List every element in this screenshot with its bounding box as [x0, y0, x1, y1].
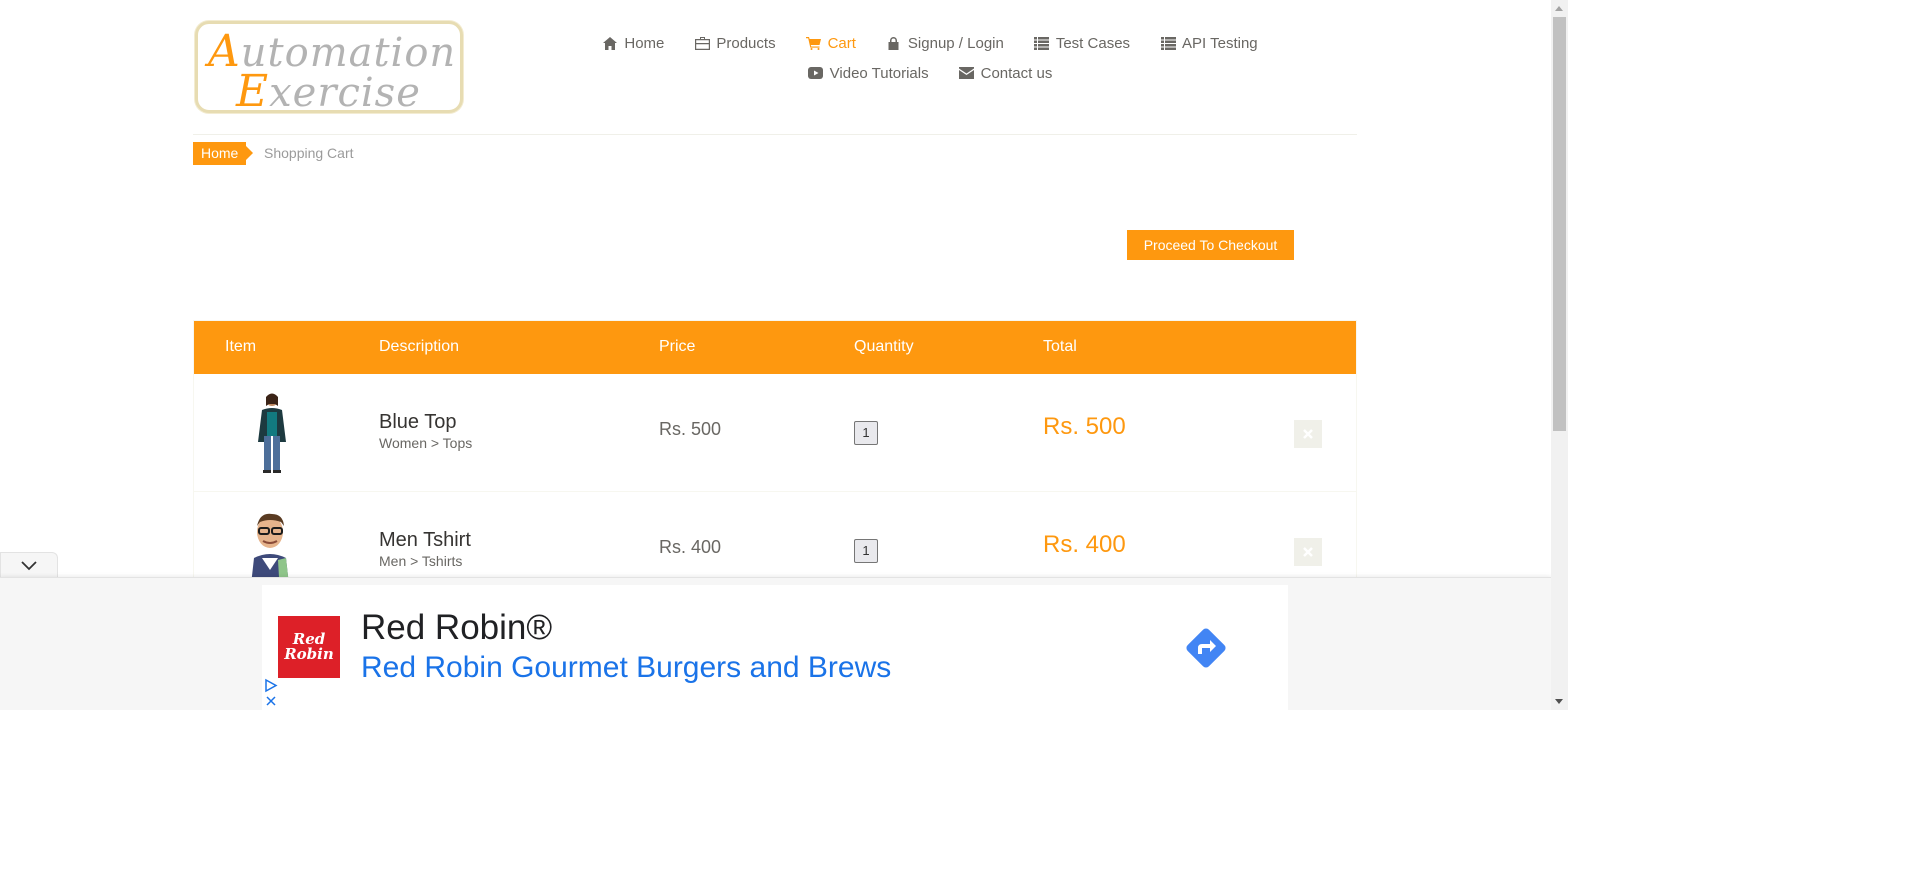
ad-directions-button[interactable]	[1180, 622, 1232, 674]
products-icon	[694, 35, 710, 51]
close-icon	[1303, 547, 1313, 557]
header-divider	[193, 134, 1357, 135]
cart-table: Item Description Price Quantity Total Bl…	[193, 320, 1357, 611]
product-image-blue-top[interactable]	[236, 390, 308, 476]
scroll-up-arrow[interactable]	[1551, 0, 1568, 17]
list-icon	[1034, 35, 1050, 51]
ad-brand-logo[interactable]: Red Robin	[278, 616, 340, 678]
ad-choices[interactable]	[264, 678, 278, 708]
envelope-icon	[959, 65, 975, 81]
nav-home[interactable]: Home	[602, 35, 664, 52]
product-name[interactable]: Men Tshirt	[379, 529, 471, 552]
close-icon	[1303, 429, 1313, 439]
nav-contact-us[interactable]: Contact us	[959, 65, 1052, 82]
adchoices-icon	[265, 678, 278, 706]
header-description: Description	[379, 338, 460, 355]
nav-cart[interactable]: Cart	[806, 35, 856, 52]
cart-header-row: Item Description Price Quantity Total	[194, 321, 1356, 374]
quantity-value: 1	[854, 421, 878, 445]
product-total: Rs. 400	[1043, 531, 1126, 558]
nav-api-testing[interactable]: API Testing	[1160, 35, 1258, 52]
header-total: Total	[1043, 338, 1077, 355]
product-total: Rs. 500	[1043, 413, 1126, 440]
scrollbar-thumb[interactable]	[1553, 17, 1566, 431]
nav-test-cases[interactable]: Test Cases	[1034, 35, 1130, 52]
main-nav: Home Products Cart Signup / Login Test C…	[600, 28, 1260, 88]
scroll-down-arrow[interactable]	[1551, 693, 1568, 710]
header-quantity: Quantity	[854, 338, 914, 355]
youtube-icon	[808, 65, 824, 81]
list-icon	[1160, 35, 1176, 51]
delete-item-button[interactable]	[1294, 538, 1322, 566]
home-icon	[602, 35, 618, 51]
ad-title[interactable]: Red Robin®	[361, 608, 552, 648]
site-logo[interactable]: Automation Exercise	[195, 21, 463, 113]
header-item: Item	[225, 338, 257, 355]
breadcrumb-current: Shopping Cart	[264, 145, 354, 161]
product-price: Rs. 400	[659, 537, 722, 557]
directions-icon	[1186, 628, 1226, 668]
cart-icon	[806, 35, 822, 51]
delete-item-button[interactable]	[1294, 420, 1322, 448]
product-price: Rs. 500	[659, 419, 722, 439]
chevron-down-icon	[21, 560, 37, 570]
product-category: Women > Tops	[379, 435, 473, 451]
product-name[interactable]: Blue Top	[379, 411, 456, 434]
scrollbar[interactable]	[1551, 0, 1568, 710]
product-category: Men > Tshirts	[379, 553, 463, 569]
ad-subtitle-link[interactable]: Red Robin Gourmet Burgers and Brews	[361, 651, 891, 685]
breadcrumb-home[interactable]: Home	[193, 142, 254, 165]
quantity-value: 1	[854, 539, 878, 563]
ad-collapse-button[interactable]	[0, 552, 58, 578]
table-row: Blue Top Women > Tops Rs. 500 1 Rs. 500	[194, 374, 1356, 492]
lock-icon	[886, 35, 902, 51]
proceed-to-checkout-button[interactable]: Proceed To Checkout	[1127, 230, 1294, 260]
nav-signup-login[interactable]: Signup / Login	[886, 35, 1004, 52]
nav-products[interactable]: Products	[694, 35, 776, 52]
nav-video-tutorials[interactable]: Video Tutorials	[808, 65, 929, 82]
page: Automation Exercise Home Products Cart S…	[0, 0, 1568, 710]
header-price: Price	[659, 338, 696, 355]
